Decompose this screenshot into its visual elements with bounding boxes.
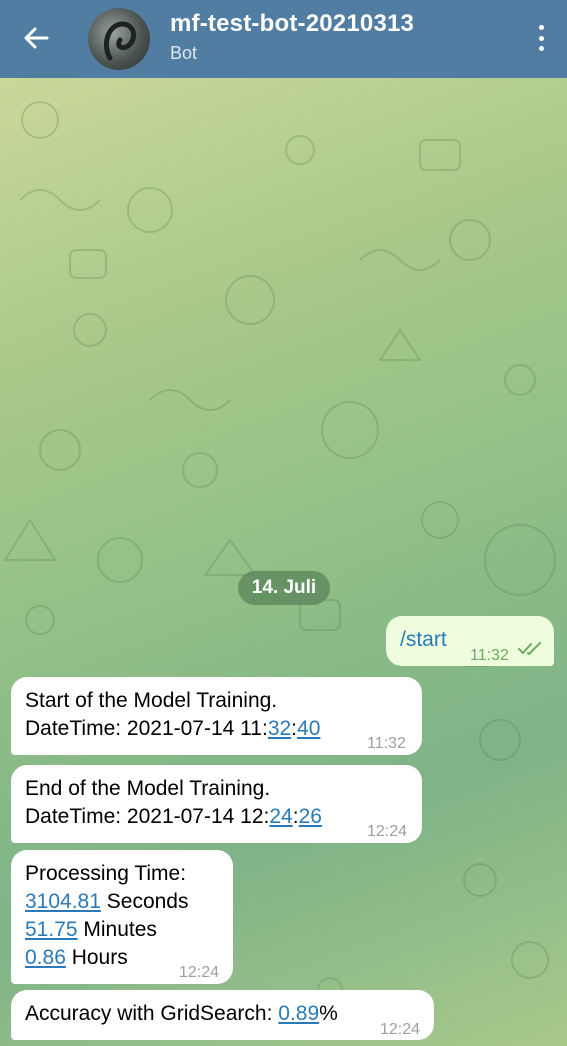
chat-subtitle: Bot <box>170 43 198 63</box>
message-line: DateTime: 2021-07-14 12:24:26 <box>25 805 322 828</box>
seconds-link[interactable]: 3104.81 <box>25 890 101 913</box>
message-outgoing-start[interactable]: /start 11:32 <box>386 616 554 666</box>
message-time: 12:24 <box>179 964 220 981</box>
message-line: 51.75 Minutes <box>25 918 157 941</box>
command-link[interactable]: /start <box>400 628 447 651</box>
hours-link[interactable]: 0.86 <box>25 946 66 969</box>
message-line: Start of the Model Training. <box>25 689 278 712</box>
message-accuracy[interactable]: Accuracy with GridSearch: 0.89% 12:24 <box>11 990 434 1040</box>
message-line: Accuracy with GridSearch: 0.89% <box>25 1002 338 1025</box>
arrow-left-icon <box>24 27 49 49</box>
message-start-training[interactable]: Start of the Model Training. DateTime: 2… <box>11 677 422 755</box>
back-button[interactable] <box>20 22 52 54</box>
message-line: End of the Model Training. <box>25 777 271 800</box>
message-line: DateTime: 2021-07-14 11:32:40 <box>25 717 321 740</box>
chat-title[interactable]: mf-test-bot-20210313 <box>170 10 414 38</box>
message-line: 3104.81 Seconds <box>25 890 189 913</box>
message-end-training[interactable]: End of the Model Training. DateTime: 202… <box>11 765 422 843</box>
minutes-link[interactable]: 51.75 <box>25 918 78 941</box>
message-time: 11:32 <box>470 647 509 664</box>
double-check-icon <box>518 642 541 655</box>
chat-header: mf-test-bot-20210313 Bot <box>0 0 567 78</box>
message-time: 12:24 <box>380 1021 421 1038</box>
message-processing-time[interactable]: Processing Time: 3104.81 Seconds 51.75 M… <box>11 850 233 984</box>
more-vertical-icon[interactable] <box>533 22 549 54</box>
message-time: 12:24 <box>367 823 408 840</box>
avatar-sculpture-icon <box>104 21 137 61</box>
time-link-minutes[interactable]: 32 <box>268 717 291 740</box>
date-separator: 14. Juli <box>238 571 330 605</box>
message-time: 11:32 <box>367 735 406 752</box>
accuracy-link[interactable]: 0.89 <box>278 1002 319 1025</box>
time-link-seconds[interactable]: 26 <box>299 805 322 828</box>
avatar[interactable] <box>88 8 150 70</box>
time-link-minutes[interactable]: 24 <box>269 805 292 828</box>
time-link-seconds[interactable]: 40 <box>297 717 320 740</box>
message-line: Processing Time: <box>25 862 187 885</box>
